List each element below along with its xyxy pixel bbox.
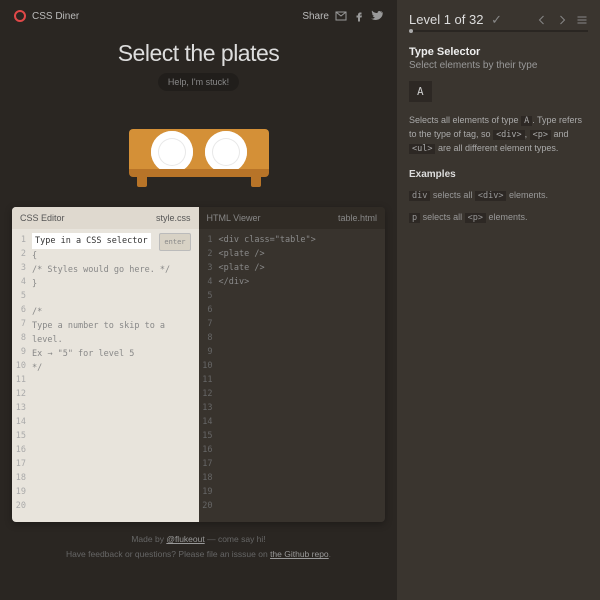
share-label: Share [302, 11, 329, 22]
app-logo[interactable]: CSS Diner [14, 10, 79, 22]
table-scene [0, 95, 397, 207]
css-editor-filename: style.css [156, 213, 191, 223]
next-level-icon[interactable] [556, 14, 568, 26]
prev-level-icon[interactable] [536, 14, 548, 26]
css-gutter: 1234567891011121314151617181920 [12, 229, 30, 522]
mail-icon[interactable] [335, 10, 347, 22]
menu-icon[interactable] [576, 14, 588, 26]
progress-bar [409, 30, 588, 32]
css-code-body[interactable]: Type in a CSS selectorenter { /* Styles … [30, 229, 199, 522]
challenge-title: Select the plates [0, 40, 397, 67]
example-1: div selects all <div> elements. [409, 188, 588, 204]
table-leg [137, 177, 147, 187]
sidebar: Level 1 of 32 ✓ Type Selector Select ele… [397, 0, 600, 600]
level-label: Level 1 of 32 [409, 12, 483, 27]
html-gutter: 1234567891011121314151617181920 [199, 229, 217, 522]
example-2: p selects all <p> elements. [409, 210, 588, 226]
examples-heading: Examples [409, 169, 588, 180]
plate[interactable] [151, 131, 193, 173]
editor-container: CSS Editor style.css 1234567891011121314… [12, 207, 385, 522]
html-viewer-title: HTML Viewer [207, 213, 261, 223]
top-bar: CSS Diner Share [0, 0, 397, 32]
selector-description: Selects all elements of type A. Type ref… [409, 114, 588, 155]
github-link[interactable]: the Github repo [270, 549, 329, 559]
plate[interactable] [205, 131, 247, 173]
table-edge [129, 169, 269, 177]
selector-title: Type Selector [409, 46, 588, 58]
table-leg [251, 177, 261, 187]
facebook-icon[interactable] [353, 10, 365, 22]
css-editor-pane: CSS Editor style.css 1234567891011121314… [12, 207, 199, 522]
enter-button[interactable]: enter [159, 233, 190, 251]
twitter-icon[interactable] [371, 10, 383, 22]
footer: Made by @flukeout — come say hi! Have fe… [0, 522, 397, 573]
help-button[interactable]: Help, I'm stuck! [158, 73, 239, 91]
app-title: CSS Diner [32, 11, 79, 22]
selector-subtitle: Select elements by their type [409, 60, 588, 71]
check-icon: ✓ [491, 12, 502, 27]
html-viewer-filename: table.html [338, 213, 377, 223]
share-group: Share [302, 10, 383, 22]
logo-icon [14, 10, 26, 22]
selector-syntax: A [409, 81, 432, 102]
css-selector-input[interactable]: Type in a CSS selector [32, 233, 151, 249]
html-code-body: <div class="table"> <plate /> <plate /> … [217, 229, 386, 522]
html-viewer-pane: HTML Viewer table.html 12345678910111213… [199, 207, 386, 522]
css-editor-title: CSS Editor [20, 213, 65, 223]
hero: Select the plates Help, I'm stuck! [0, 32, 397, 95]
table-top [129, 129, 269, 174]
author-link[interactable]: @flukeout [166, 534, 204, 544]
